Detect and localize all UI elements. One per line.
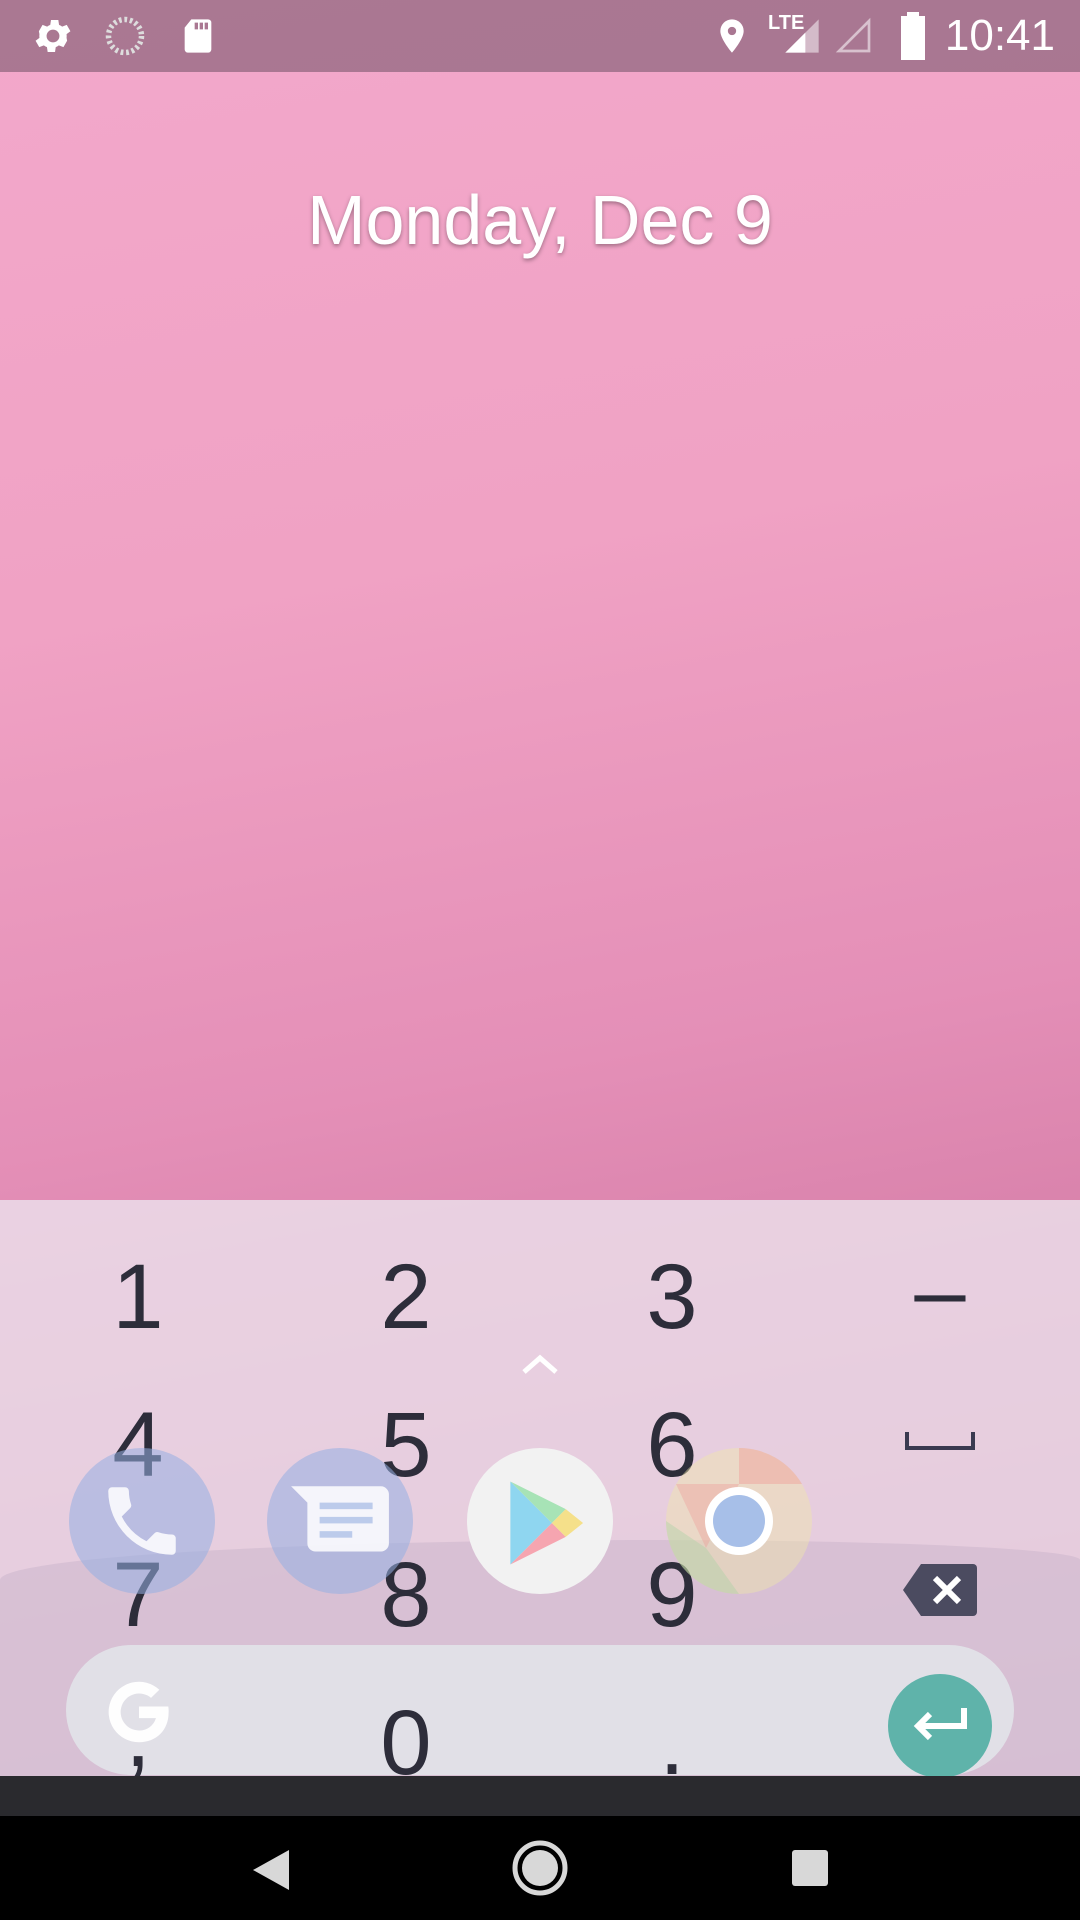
chrome-icon xyxy=(666,1448,802,1594)
date-widget[interactable]: Monday, Dec 9 xyxy=(0,180,1080,260)
key-comma[interactable]: , xyxy=(38,1680,238,1790)
gear-icon xyxy=(35,20,71,52)
signal-icon xyxy=(785,19,819,53)
sd-card-icon xyxy=(184,19,212,53)
play-store-app-icon[interactable] xyxy=(467,1448,613,1594)
chrome-app-icon[interactable] xyxy=(666,1448,812,1594)
battery-icon xyxy=(901,12,925,60)
clock: 10:41 xyxy=(944,11,1055,60)
key-1[interactable]: 1 xyxy=(38,1242,238,1352)
recents-icon[interactable] xyxy=(760,1820,860,1920)
play-store-icon xyxy=(510,1481,584,1565)
enter-icon xyxy=(913,1708,967,1741)
signal-empty-icon xyxy=(835,17,871,53)
chevron-up-icon[interactable] xyxy=(520,1350,560,1378)
status-bar: LTE 10:41 xyxy=(0,0,1080,72)
backspace-icon[interactable] xyxy=(903,1562,977,1618)
enter-key[interactable]: enter xyxy=(888,1674,992,1778)
location-icon xyxy=(720,19,744,53)
phone-app-icon[interactable] xyxy=(69,1448,215,1594)
keyboard-bottom-strip xyxy=(0,1776,1080,1816)
message-icon xyxy=(291,1486,389,1552)
key-2[interactable]: 2 xyxy=(306,1242,506,1352)
phone-icon xyxy=(108,1487,176,1555)
messages-app-icon[interactable] xyxy=(267,1448,413,1594)
sync-icon xyxy=(105,16,145,56)
key-dash[interactable]: – xyxy=(840,1236,1040,1346)
back-icon[interactable] xyxy=(235,1820,335,1920)
home-icon[interactable] xyxy=(490,1820,590,1920)
key-3[interactable]: 3 xyxy=(572,1242,772,1352)
key-space[interactable]: ␣ xyxy=(905,1432,975,1450)
